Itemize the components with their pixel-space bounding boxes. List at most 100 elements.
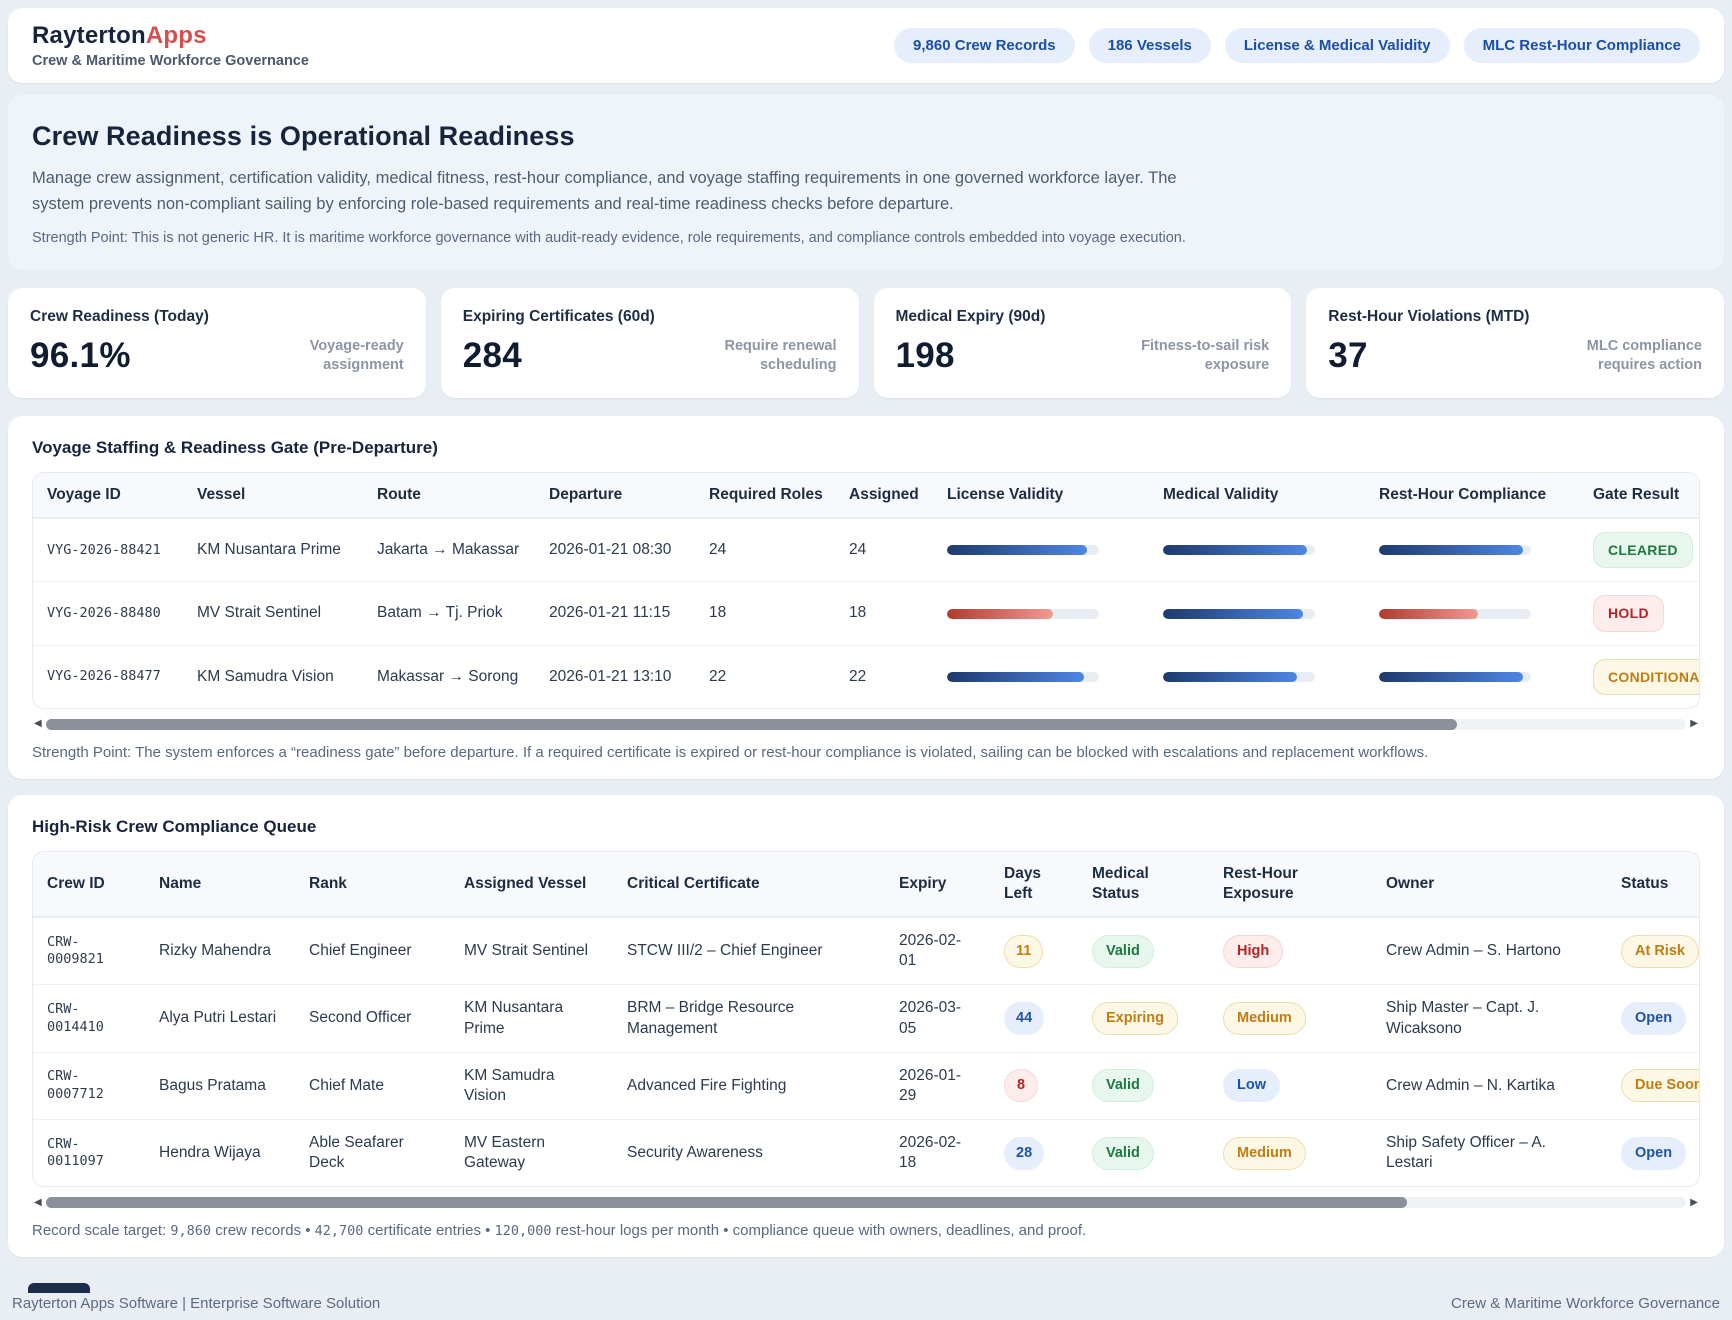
app-subtitle: Crew & Maritime Workforce Governance [32,53,309,69]
voyage-row[interactable]: VYG-2026-88421 KM Nusantara Prime Jakart… [33,518,1699,581]
kpi-value: 284 [463,336,522,376]
crew-rank: Chief Mate [295,1056,450,1116]
crew-row[interactable]: CRW-0009821 Rizky Mahendra Chief Enginee… [33,917,1699,984]
assigned-vessel: MV Eastern Gateway [450,1120,613,1186]
license-validity-bar [947,609,1099,619]
crew-row[interactable]: CRW-0007712 Bagus Pratama Chief Mate KM … [33,1052,1699,1119]
pill-mlc-compliance[interactable]: MLC Rest-Hour Compliance [1464,28,1700,63]
col-medical-status: Medical Status [1078,852,1209,916]
col-rank: Rank [295,862,450,906]
voyage-strength-note: Strength Point: The system enforces a “r… [32,744,1700,761]
crew-row[interactable]: CRW-0014410 Alya Putri Lestari Second Of… [33,984,1699,1051]
col-rest-hour-compliance: Rest-Hour Compliance [1365,473,1579,517]
crew-rank: Second Officer [295,989,450,1049]
scroll-left-icon[interactable]: ◀ [34,719,42,729]
voyage-staffing-section: Voyage Staffing & Readiness Gate (Pre-De… [8,416,1724,779]
assigned-count: 22 [835,649,933,704]
critical-certificate: Advanced Fire Fighting [613,1056,885,1116]
expiry-date: 2026-02-18 [885,1120,990,1186]
col-status: Status [1607,862,1700,906]
departure-time: 2026-01-21 11:15 [535,586,695,641]
crew-row[interactable]: CRW-0011097 Hendra Wijaya Able Seafarer … [33,1119,1699,1186]
col-owner: Owner [1372,862,1607,906]
scrollbar-thumb[interactable] [46,1197,1408,1208]
kpi-label: Crew Readiness (Today) [30,308,404,326]
crew-id: CRW-0007712 [33,1055,145,1116]
kpi-value: 37 [1328,336,1368,376]
col-expiry: Expiry [885,862,990,906]
voyage-id: VYG-2026-88421 [33,523,183,578]
days-left-pill: 11 [1004,935,1043,968]
logo-primary: Rayterton [32,22,146,49]
scrollbar-track[interactable] [46,719,1687,730]
days-left-pill: 44 [1004,1002,1044,1035]
voyage-id: VYG-2026-88477 [33,649,183,704]
kpi-row: Crew Readiness (Today) 96.1%Voyage-ready… [8,288,1724,398]
rest-hour-bar [1379,545,1531,555]
voyage-row[interactable]: VYG-2026-88480 MV Strait Sentinel Batam … [33,581,1699,644]
owner: Ship Master – Capt. J. Wicaksono [1372,985,1607,1051]
voyage-row[interactable]: VYG-2026-88477 KM Samudra Vision Makassa… [33,645,1699,708]
medical-validity-bar [1163,672,1315,682]
compliance-queue-section: High-Risk Crew Compliance Queue Crew ID … [8,795,1724,1257]
vessel-name: KM Nusantara Prime [183,523,363,578]
vessel-name: MV Strait Sentinel [183,586,363,641]
col-vessel: Vessel [183,473,363,517]
days-left-pill: 8 [1004,1069,1038,1102]
app-header: RaytertonApps Crew & Maritime Workforce … [8,8,1724,83]
col-name: Name [145,862,295,906]
expiry-date: 2026-02-01 [885,918,990,984]
pill-license-medical[interactable]: License & Medical Validity [1225,28,1450,63]
crew-id: CRW-0011097 [33,1123,145,1184]
scrollbar-track[interactable] [46,1197,1687,1208]
owner: Crew Admin – N. Kartika [1372,1056,1607,1116]
col-departure: Departure [535,473,695,517]
assigned-vessel: KM Nusantara Prime [450,985,613,1051]
header-pill-group: 9,860 Crew Records 186 Vessels License &… [894,28,1700,63]
medical-validity-bar [1163,545,1315,555]
crew-name: Rizky Mahendra [145,921,295,981]
pill-crew-records[interactable]: 9,860 Crew Records [894,28,1075,63]
section-title-compliance: High-Risk Crew Compliance Queue [32,817,1700,837]
scrollbar-thumb[interactable] [46,719,1457,730]
scroll-right-icon[interactable]: ▶ [1690,719,1698,729]
col-gate-result: Gate Result [1579,473,1700,517]
voyage-table-header: Voyage ID Vessel Route Departure Require… [33,473,1699,518]
gate-result-badge: CLEARED [1593,532,1693,568]
departure-time: 2026-01-21 13:10 [535,649,695,704]
footer-left: Rayterton Apps Software | Enterprise Sof… [12,1295,380,1312]
kpi-note: Voyage-ready assignment [244,337,404,376]
kpi-note: MLC compliance requires action [1542,337,1702,376]
scroll-left-icon[interactable]: ◀ [34,1198,42,1208]
status-pill: At Risk [1621,935,1699,968]
assigned-vessel: MV Strait Sentinel [450,921,613,981]
gate-result-badge: HOLD [1593,595,1664,631]
kpi-value: 198 [896,336,955,376]
medical-status-pill: Valid [1092,1137,1154,1170]
required-roles: 18 [695,586,835,641]
page-title: Crew Readiness is Operational Readiness [32,121,1700,152]
rest-hour-bar [1379,672,1531,682]
col-assigned: Assigned [835,473,933,517]
crew-table-header: Crew ID Name Rank Assigned Vessel Critic… [33,852,1699,917]
critical-certificate: BRM – Bridge Resource Management [613,985,885,1051]
pill-vessels[interactable]: 186 Vessels [1089,28,1211,63]
status-pill: Open [1621,1137,1686,1170]
voyage-table: Voyage ID Vessel Route Departure Require… [32,472,1700,709]
critical-certificate: Security Awareness [613,1123,885,1183]
rest-hour-pill: High [1223,935,1283,968]
kpi-note: Fitness-to-sail risk exposure [1109,337,1269,376]
medical-status-pill: Valid [1092,935,1154,968]
owner: Crew Admin – S. Hartono [1372,921,1607,981]
assigned-count: 24 [835,523,933,578]
app-logo: RaytertonApps [32,22,309,50]
route: Jakarta → Makassar [363,523,535,578]
route: Makassar → Sorong [363,649,535,704]
crew-id: CRW-0014410 [33,988,145,1049]
col-days-left: Days Left [990,852,1078,916]
assigned-vessel: KM Samudra Vision [450,1053,613,1119]
critical-certificate: STCW III/2 – Chief Engineer [613,921,885,981]
kpi-label: Rest-Hour Violations (MTD) [1328,308,1702,326]
scroll-right-icon[interactable]: ▶ [1690,1198,1698,1208]
col-medical-validity: Medical Validity [1149,473,1365,517]
